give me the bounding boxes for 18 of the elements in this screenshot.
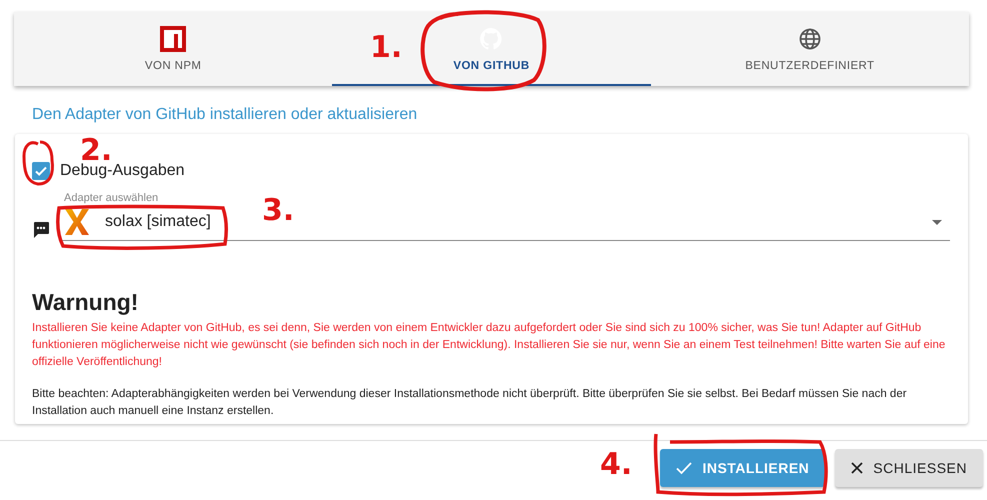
dropdown-caret-icon (932, 220, 942, 224)
close-button[interactable]: SCHLIESSEN (835, 449, 983, 487)
warning-title: Warnung! (32, 289, 140, 316)
warning-text: Installieren Sie keine Adapter von GitHub, es sei denn, Sie werden von einem Entwickler dazu aufgefordert oder Sie sind sich zu 100% sicher, was Sie tun! Adapter auf GitHub funktionieren möglicherweise nicht wie gewünscht (sie befinden sich noch in der Entwicklung). Installieren Sie sie nur, wenn Sie an einem Test teilnehmen! Bitte warten Sie auf eine offizielle Veröffentlichung! (32, 321, 946, 370)
annotation-number: 1. (370, 30, 402, 65)
annotation-number: 3. (262, 193, 294, 228)
x-logo-icon (64, 208, 90, 236)
checkbox[interactable] (32, 162, 50, 180)
globe-icon (798, 28, 821, 50)
tab[interactable]: BENUTZERDEFINIERT (650, 12, 969, 86)
chat-icon (32, 221, 50, 239)
close-icon (851, 462, 864, 474)
tab[interactable]: VON NPM (14, 12, 332, 86)
annotation-number: 4. (600, 447, 632, 482)
dialog-heading: Den Adapter von GitHub installieren oder aktualisieren (32, 106, 418, 124)
note-text: Bitte beachten: Adapterabhängigkeiten werden bei Verwendung dieser Installationsmethode nicht überprüft. Bitte überprüfen Sie sie selbst. Bei Bedarf müssen Sie nach der Installation auch manuell eine Instanz erstellen. (32, 387, 908, 419)
checkmark-icon (676, 461, 692, 475)
npm-logo-icon (160, 26, 186, 52)
